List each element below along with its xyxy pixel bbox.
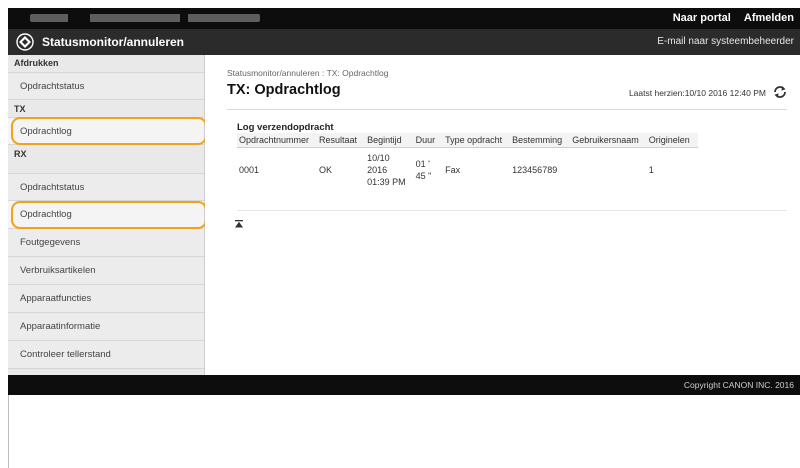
refresh-icon[interactable] bbox=[772, 85, 788, 99]
cell-user-name bbox=[570, 148, 647, 193]
footer-bar: Copyright CANON INC. 2016 bbox=[8, 375, 800, 395]
top-bar: Naar portal Afmelden bbox=[8, 8, 800, 29]
column-header: Gebruikersnaam bbox=[570, 133, 647, 148]
breadcrumb-link-status-monitor[interactable]: Statusmonitor/annuleren bbox=[227, 68, 320, 78]
email-admin-link[interactable]: E-mail naar systeembeheerder bbox=[657, 36, 794, 47]
sidebar-item-check-counter[interactable]: Controleer tellerstand bbox=[8, 341, 204, 369]
breadcrumb-current: TX: Opdrachtlog bbox=[326, 68, 389, 78]
main-content: Statusmonitor/annuleren : TX: Opdrachtlo… bbox=[205, 55, 800, 375]
title-bar: Statusmonitor/annuleren E-mail naar syst… bbox=[8, 29, 800, 55]
duration-line: 45 " bbox=[415, 171, 432, 181]
cell-start-time: 10/10 2016 01:39 PM bbox=[365, 148, 414, 193]
portal-link[interactable]: Naar portal bbox=[673, 12, 731, 24]
sidebar-item-device-features[interactable]: Apparaatfuncties bbox=[8, 285, 204, 313]
start-time-line: 2016 bbox=[367, 165, 388, 175]
column-header: Originelen bbox=[646, 133, 698, 148]
sidebar-item-device-info[interactable]: Apparaatinformatie bbox=[8, 313, 204, 341]
panel-title: Log verzendopdracht bbox=[237, 122, 334, 133]
column-header: Begintijd bbox=[365, 133, 414, 148]
sidebar-heading-rx: RX bbox=[14, 149, 27, 159]
sidebar: Afdrukken Opdrachtstatus TX Opdrachtlog … bbox=[8, 55, 207, 375]
start-time-line: 10/10 bbox=[367, 153, 390, 163]
cell-destination: 123456789 bbox=[512, 165, 558, 175]
remote-ui-window: Naar portal Afmelden Statusmonitor/annul… bbox=[8, 0, 800, 468]
column-header: Resultaat bbox=[317, 133, 366, 148]
last-updated-text: Laatst herzien:10/10 2016 12:40 PM bbox=[628, 88, 766, 98]
sidebar-heading-print: Afdrukken bbox=[14, 58, 59, 68]
copyright-text: Copyright CANON INC. 2016 bbox=[683, 380, 794, 390]
window-left-edge bbox=[8, 395, 9, 468]
column-header: Opdrachtnummer bbox=[237, 133, 318, 148]
cell-originals: 1 bbox=[648, 165, 654, 175]
sidebar-item-tx-job-log[interactable]: Opdrachtlog bbox=[8, 117, 204, 145]
page-title: TX: Opdrachtlog bbox=[227, 82, 341, 98]
sidebar-item-rx-job-log[interactable]: Opdrachtlog bbox=[8, 201, 204, 229]
column-header: Bestemming bbox=[510, 133, 571, 148]
title-divider bbox=[227, 109, 787, 110]
sidebar-item-print-job-status[interactable]: Opdrachtstatus bbox=[8, 72, 204, 100]
breadcrumb-separator: : bbox=[319, 68, 327, 78]
back-to-top-icon[interactable] bbox=[235, 220, 243, 228]
sidebar-item-consumables[interactable]: Verbruiksartikelen bbox=[8, 257, 204, 285]
tx-job-log-table: Opdrachtnummer Resultaat Begintijd Duur … bbox=[237, 133, 698, 192]
duration-line: 01 ' bbox=[415, 159, 430, 169]
cell-result: OK bbox=[319, 165, 333, 175]
sidebar-item-error-info[interactable]: Foutgegevens bbox=[8, 229, 204, 257]
column-header: Type opdracht bbox=[443, 133, 511, 148]
column-header: Duur bbox=[413, 133, 444, 148]
logout-link[interactable]: Afmelden bbox=[744, 12, 794, 24]
table-row: 0001 OK 10/10 2016 01:39 PM 01 ' 45 " Fa… bbox=[237, 148, 698, 193]
cell-duration: 01 ' 45 " bbox=[414, 148, 444, 193]
start-time-line: 01:39 PM bbox=[367, 177, 406, 187]
sidebar-item-rx-job-status[interactable]: Opdrachtstatus bbox=[8, 173, 204, 201]
breadcrumb: Statusmonitor/annuleren : TX: Opdrachtlo… bbox=[227, 68, 388, 78]
blurred-device-info bbox=[30, 14, 260, 22]
table-header-row: Opdrachtnummer Resultaat Begintijd Duur … bbox=[237, 133, 698, 148]
canon-diamond-logo-icon bbox=[16, 33, 34, 51]
cell-job-type: Fax bbox=[445, 165, 461, 175]
table-bottom-divider bbox=[237, 210, 787, 211]
cell-job-number: 0001 bbox=[239, 165, 260, 175]
sidebar-heading-tx: TX bbox=[14, 104, 26, 114]
app-title: Statusmonitor/annuleren bbox=[42, 35, 185, 49]
top-links: Naar portal Afmelden bbox=[663, 12, 794, 24]
